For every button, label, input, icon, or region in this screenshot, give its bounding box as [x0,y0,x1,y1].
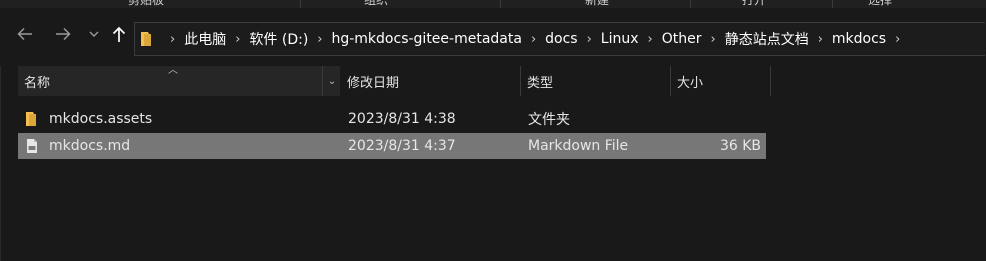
markdown-file-icon [24,133,42,159]
ribbon-divider [832,0,833,8]
address-bar[interactable]: › 此电脑 › 软件 (D:) › hg-mkdocs-gitee-metada… [134,22,985,56]
column-header-date[interactable]: 修改日期 [341,66,521,96]
file-row-mkdocs-md[interactable]: mkdocs.md 2023/8/31 4:37 Markdown File 3… [18,133,766,159]
breadcrumb-this-pc[interactable]: 此电脑 [184,29,226,49]
file-row-mkdocs-assets[interactable]: mkdocs.assets 2023/8/31 4:38 文件夹 [18,106,766,132]
recent-locations-button[interactable] [86,22,102,46]
ribbon-strip: 剪贴板 组织 新建 打开 选择 [0,0,986,8]
file-date: 2023/8/31 4:37 [348,138,456,154]
column-header-size-label: 大小 [677,75,704,91]
breadcrumb-separator[interactable]: › [522,32,545,47]
breadcrumb-separator[interactable]: › [809,32,832,47]
breadcrumb-separator[interactable]: › [702,32,725,47]
breadcrumb-hg-mkdocs-gitee-metadata[interactable]: hg-mkdocs-gitee-metadata [331,31,521,47]
file-date: 2023/8/31 4:38 [348,111,456,127]
ribbon-group-open: 打开 [742,0,767,7]
column-header-type[interactable]: 类型 [521,66,671,96]
breadcrumb-other[interactable]: Other [662,31,702,47]
breadcrumb-mkdocs[interactable]: mkdocs [832,31,886,47]
breadcrumb-static-site-docs[interactable]: 静态站点文档 [725,29,809,49]
sort-ascending-icon: ︿ [168,65,178,76]
breadcrumb-separator[interactable]: › [639,32,662,47]
breadcrumb-docs[interactable]: docs [545,31,577,47]
column-header-size[interactable]: 大小 [671,66,771,96]
file-name[interactable]: mkdocs.md [49,133,130,159]
ribbon-group-clipboard: 剪贴板 [128,0,165,7]
file-name[interactable]: mkdocs.assets [49,106,152,132]
chevron-down-icon [89,31,99,37]
ribbon-divider [300,0,301,8]
breadcrumb-drive-d[interactable]: 软件 (D:) [249,29,308,49]
ribbon-group-new: 新建 [585,0,610,7]
breadcrumb-separator[interactable]: › [161,32,184,47]
file-size [668,106,761,132]
forward-button[interactable] [50,22,76,46]
column-header-date-label: 修改日期 [347,75,400,91]
column-filter-dropdown[interactable]: ⌄ [322,66,341,96]
breadcrumb-separator[interactable]: › [308,32,331,47]
file-type: 文件夹 [528,112,570,128]
pane-divider [0,66,1,261]
breadcrumb-separator[interactable]: › [578,32,601,47]
breadcrumb-linux[interactable]: Linux [601,31,639,47]
breadcrumb-separator[interactable]: › [226,32,249,47]
ribbon-group-organize: 组织 [364,0,389,7]
breadcrumb-separator[interactable]: › [886,32,909,47]
column-header-row: ︿ 名称 ⌄ 修改日期 类型 大小 [18,65,986,96]
folder-icon [139,30,157,48]
ribbon-divider [500,0,501,8]
column-header-name[interactable]: ︿ 名称 ⌄ [18,65,341,96]
navigation-bar: › 此电脑 › 软件 (D:) › hg-mkdocs-gitee-metada… [0,8,986,60]
ribbon-divider [690,0,691,8]
file-type: Markdown File [528,138,629,154]
arrow-right-icon [56,27,71,41]
arrow-up-icon [112,26,126,42]
back-button[interactable] [12,22,38,46]
column-header-name-label: 名称 [24,75,51,91]
arrow-left-icon [17,27,32,41]
ribbon-group-select: 选择 [868,0,893,7]
file-size: 36 KB [719,138,761,154]
breadcrumb: › 此电脑 › 软件 (D:) › hg-mkdocs-gitee-metada… [135,23,909,55]
up-button[interactable] [108,22,130,46]
folder-icon [24,106,42,132]
column-header-type-label: 类型 [527,75,554,91]
